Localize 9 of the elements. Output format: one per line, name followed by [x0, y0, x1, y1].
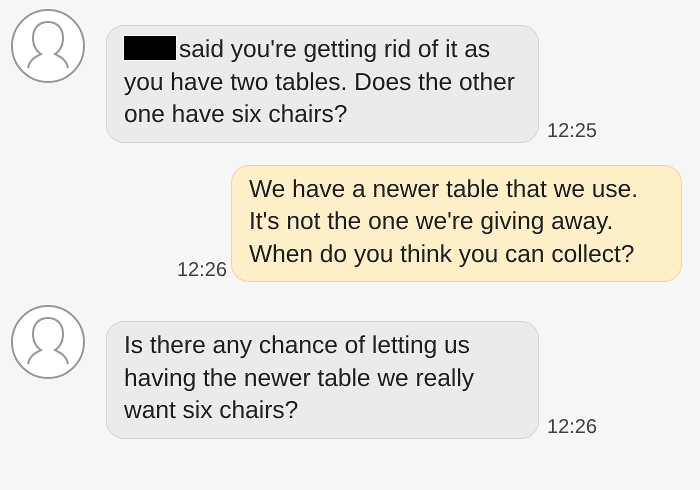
message-time: 12:25 [547, 120, 598, 142]
message-time: 12:26 [547, 416, 598, 438]
message-bubble: We have a newer table that we use. It's not the one we're giving away. When do you think you can collect? [231, 164, 682, 282]
avatar-icon [10, 304, 86, 380]
avatar-icon [10, 8, 86, 84]
message-time: 12:26 [176, 259, 227, 282]
redaction-bar [124, 36, 176, 60]
message-bubble: said you're getting rid of it as you have two tables. Does the other one have six chairs? [106, 25, 539, 142]
message-bubble: Is there any chance of letting us having the newer table we really want six chairs? [106, 321, 539, 438]
